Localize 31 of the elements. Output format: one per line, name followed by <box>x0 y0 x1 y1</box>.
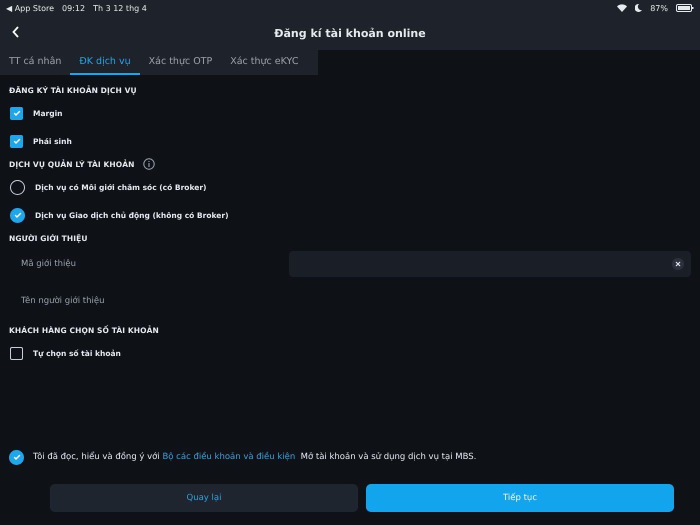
check-icon <box>12 108 22 118</box>
tab[interactable]: Xác thực OTP <box>140 50 222 75</box>
moon-icon <box>635 4 642 12</box>
tab[interactable]: TT cá nhân <box>0 50 70 75</box>
back-icon[interactable] <box>12 26 20 38</box>
checkbox[interactable] <box>10 106 23 120</box>
wifi-icon <box>617 4 628 12</box>
back-button[interactable]: Quay lại <box>50 484 358 512</box>
radio-button[interactable] <box>10 180 25 194</box>
check-icon <box>12 136 22 146</box>
status-time: 09:12 <box>62 4 86 12</box>
check-icon <box>12 452 22 462</box>
window-title: Đăng kí tài khoản online <box>274 26 426 40</box>
battery-icon <box>676 4 694 12</box>
checkbox[interactable] <box>10 346 23 360</box>
field-label: Mã giới thiệu <box>21 259 77 269</box>
check-icon <box>12 210 22 220</box>
terms-link[interactable]: Bộ các điều khoản và điều kiện <box>162 452 296 462</box>
agreement-text: Tôi đã đọc, hiểu và đồng ý với Bộ các điều khoản và điều kiện Mở tài khoản và sử dụng dịch vụ tại MBS. <box>33 452 476 462</box>
tab[interactable]: Xác thực eKYC <box>221 50 308 75</box>
status-date: Th 3 12 thg 4 <box>93 4 147 12</box>
info-icon[interactable] <box>142 158 155 170</box>
input-field[interactable] <box>289 251 691 277</box>
battery-percent: 87% <box>650 4 668 12</box>
field-label: Tên người giới thiệu <box>21 296 106 306</box>
back-app-link[interactable]: ◀ App Store <box>6 4 54 12</box>
tab[interactable]: ĐK dịch vụ <box>70 50 140 75</box>
radio-button[interactable] <box>9 450 24 464</box>
radio-button[interactable] <box>10 208 25 222</box>
clear-icon[interactable] <box>672 258 684 270</box>
checkbox[interactable] <box>10 134 23 148</box>
